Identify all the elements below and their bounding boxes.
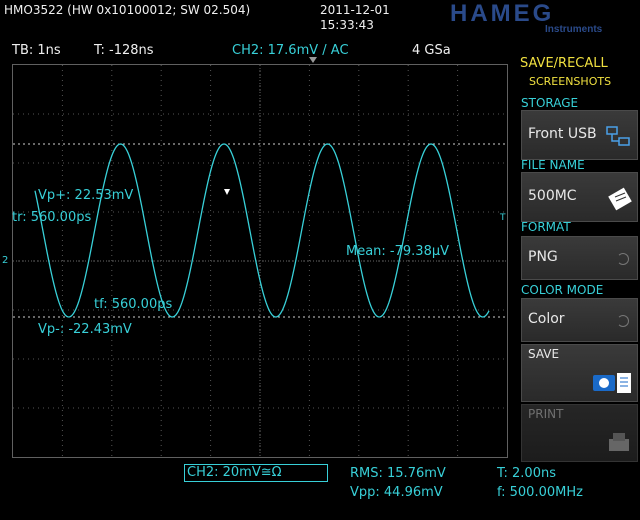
- printer-icon: [609, 433, 629, 451]
- file-name-title: FILE NAME: [521, 158, 585, 172]
- period-readout: T: 2.00ns: [497, 466, 556, 481]
- rotate-knob-icon: [617, 253, 629, 265]
- color-mode-button[interactable]: Color: [521, 298, 638, 342]
- time-label: 15:33:43: [320, 18, 374, 32]
- storage-button[interactable]: Front USB: [521, 110, 638, 160]
- storage-title: STORAGE: [521, 96, 579, 110]
- channel-setting-box[interactable]: CH2: 20mV≅Ω: [184, 464, 328, 482]
- format-value: PNG: [528, 249, 558, 265]
- device-info: HMO3522 (HW 0x10100012; SW 02.504): [4, 3, 251, 17]
- rms-readout: RMS: 15.76mV: [350, 466, 446, 481]
- fall-time-label: tf: 560.00ps: [94, 297, 173, 312]
- timebase-label: TB: 1ns: [12, 43, 61, 58]
- channel-2-marker: 2: [2, 255, 9, 266]
- trigger-offset-marker: [309, 57, 317, 63]
- mean-label: Mean: -79.38µV: [346, 244, 450, 259]
- rotate-knob-icon: [617, 315, 629, 327]
- trigger-time-label: T: -128ns: [94, 43, 154, 58]
- rise-time-label: tr: 560.00ps: [12, 210, 92, 225]
- vpp-readout: Vpp: 44.96mV: [350, 485, 443, 500]
- vp-plus-label: Vp+: 22.53mV: [38, 188, 134, 203]
- save-button[interactable]: SAVE: [521, 344, 638, 402]
- waveform-display: [13, 65, 507, 457]
- format-title: FORMAT: [521, 220, 571, 234]
- channel-status-label: CH2: 17.6mV / AC: [232, 43, 349, 58]
- usb-folder-icon: [606, 126, 630, 146]
- frequency-readout: f: 500.00MHz: [497, 485, 583, 500]
- color-mode-title: COLOR MODE: [521, 283, 604, 297]
- menu-subtitle: SCREENSHOTS: [529, 75, 612, 88]
- format-button[interactable]: PNG: [521, 236, 638, 280]
- edit-file-icon: [608, 187, 632, 211]
- trigger-position-marker: [224, 189, 230, 195]
- menu-title: SAVE/RECALL: [520, 56, 608, 71]
- file-name-value: 500MC: [528, 188, 577, 204]
- camera-icon: [593, 373, 631, 393]
- save-label: SAVE: [528, 347, 560, 361]
- color-mode-value: Color: [528, 311, 565, 327]
- brand-subtitle: Instruments: [545, 24, 603, 35]
- date-label: 2011-12-01: [320, 3, 390, 17]
- storage-value: Front USB: [528, 126, 597, 142]
- trigger-level-marker: T: [500, 213, 506, 223]
- channel-2-waveform: [34, 143, 490, 318]
- file-name-button[interactable]: 500MC: [521, 172, 638, 222]
- print-button: PRINT: [521, 404, 638, 462]
- oscilloscope-screen: [12, 64, 508, 458]
- print-label: PRINT: [528, 407, 564, 421]
- brand-logo: HAMEG: [450, 0, 555, 27]
- vp-minus-label: Vp-: -22.43mV: [38, 322, 132, 337]
- sample-rate-label: 4 GSa: [412, 43, 451, 58]
